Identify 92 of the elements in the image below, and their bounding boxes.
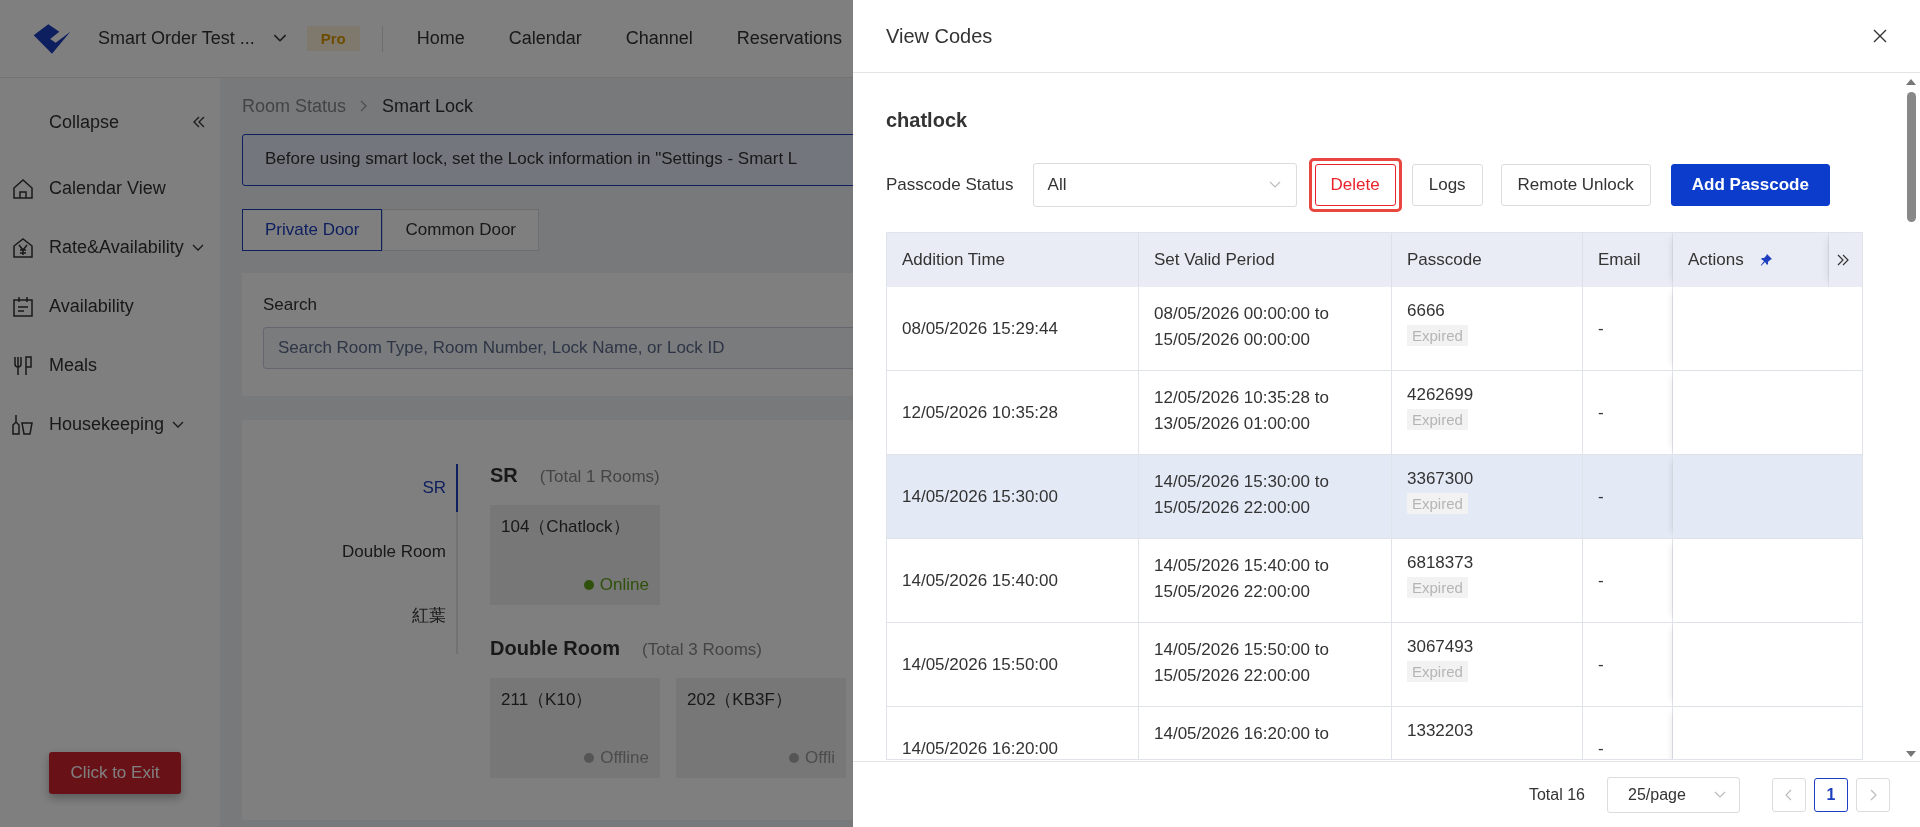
drawer-title: View Codes — [886, 24, 993, 48]
pin-icon[interactable] — [1759, 254, 1772, 266]
table-cell-text: 08/05/2026 00:00:00 to 15/05/2026 00:00:00 — [1154, 303, 1330, 351]
lock-name: chatlock — [886, 109, 969, 132]
room-name: 104（Chatlock） — [501, 516, 631, 538]
action-button[interactable]: Remote Unlock — [1500, 164, 1651, 206]
table-row[interactable]: 14/05/2026 16:20:00 14/05/2026 16:20:00 to 1332203 - — [887, 706, 1862, 759]
action-button[interactable]: Add Passcode — [1670, 164, 1830, 206]
page-size-select[interactable]: 25/page — [1607, 776, 1740, 813]
room-type-anchor[interactable]: Double Room — [242, 528, 458, 592]
status-tag: Expired — [1407, 325, 1468, 346]
chevron-down-icon[interactable] — [191, 243, 204, 252]
search-label: Search — [263, 295, 318, 315]
nav-link[interactable]: Calendar — [508, 28, 582, 49]
passcode: 3067493 — [1407, 637, 1474, 657]
table-cell: - — [1598, 318, 1604, 339]
scrollbar-thumb[interactable] — [1906, 92, 1916, 222]
search-field[interactable]: Search Room Type, Room Number, Lock Name, or Lock ID — [263, 327, 853, 369]
room-name: 202（KB3F） — [687, 689, 793, 711]
sidebar-item[interactable]: Housekeeping — [49, 414, 165, 435]
table-cell-text: 14/05/2026 15:30:00 to 15/05/2026 22:00:00 — [1154, 471, 1330, 519]
sidebar-item[interactable]: Availability — [49, 296, 134, 317]
status-tag: Expired — [1407, 661, 1468, 682]
close-icon[interactable] — [1873, 29, 1887, 43]
table-cell: - — [1598, 486, 1604, 507]
table-row[interactable]: 14/05/2026 15:40:00 14/05/2026 15:40:00 to 15/05/2026 22:00:00 6818373 Expired - — [887, 538, 1862, 622]
chevron-down-icon[interactable] — [272, 34, 287, 43]
calendar-list-icon — [12, 295, 34, 318]
status-select[interactable]: All — [1032, 163, 1297, 207]
collapse-label[interactable]: Collapse — [49, 111, 120, 133]
status-tag: Expired — [1407, 493, 1468, 514]
room-card[interactable]: 104（Chatlock） Online — [490, 505, 660, 605]
room-count: (Total 3 Rooms) — [642, 640, 762, 660]
total-count: Total 16 — [1528, 785, 1585, 804]
property-name[interactable]: Smart Order Test ... — [98, 28, 255, 49]
scroll-down-icon[interactable] — [1906, 751, 1916, 757]
table-cell: - — [1598, 570, 1604, 591]
table-cell-text: 14/05/2026 16:20:00 to — [1154, 723, 1330, 745]
table-cell-text: 12/05/2026 10:35:28 to 13/05/2026 01:00:00 — [1154, 387, 1330, 435]
table-row[interactable]: 14/05/2026 15:50:00 14/05/2026 15:50:00 to 15/05/2026 22:00:00 3067493 Expired - — [887, 622, 1862, 706]
column-header: Actions — [1688, 250, 1744, 270]
filter-label: Passcode Status — [886, 175, 1014, 195]
room-count: (Total 1 Rooms) — [539, 467, 660, 487]
fork-knife-icon — [12, 354, 34, 377]
passcode: 4262699 — [1407, 385, 1474, 405]
room-status: Online — [599, 575, 649, 595]
table-row[interactable]: 12/05/2026 10:35:28 12/05/2026 10:35:28 to 13/05/2026 01:00:00 4262699 Expired - — [887, 370, 1862, 454]
nav-link[interactable]: Home — [416, 28, 465, 49]
action-button[interactable]: Logs — [1411, 164, 1483, 206]
table-cell: - — [1598, 738, 1604, 759]
table-cell: 14/05/2026 15:50:00 — [902, 654, 1058, 675]
room-type-anchor[interactable]: 紅葉 — [242, 592, 458, 656]
sidebar-item[interactable]: Rate&Availability — [49, 237, 184, 258]
table-cell: 14/05/2026 16:20:00 — [902, 738, 1058, 759]
table-cell-text: 14/05/2026 15:40:00 to 15/05/2026 22:00:00 — [1154, 555, 1330, 603]
passcode: 6818373 — [1407, 553, 1474, 573]
house-icon — [12, 177, 34, 200]
exit-button[interactable]: Click to Exit — [49, 752, 181, 794]
info-banner: Before using smart lock, set the Lock information in "Settings - Smart L — [242, 134, 853, 186]
yen-tag-icon — [12, 236, 34, 259]
table-cell: 14/05/2026 15:40:00 — [902, 570, 1058, 591]
room-name: 211（K10） — [501, 689, 594, 711]
passcode: 3367300 — [1407, 469, 1474, 489]
table-cell: - — [1598, 402, 1604, 423]
plan-badge: Pro — [306, 26, 360, 51]
table-cell: 14/05/2026 15:30:00 — [902, 486, 1058, 507]
room-type-anchor[interactable]: SR — [242, 464, 458, 512]
page-button[interactable]: 1 — [1814, 777, 1848, 812]
table-cell-text: 14/05/2026 15:50:00 to 15/05/2026 22:00:00 — [1154, 639, 1330, 687]
room-type-title: SR — [490, 464, 518, 487]
double-chevron-right-icon[interactable] — [1837, 254, 1849, 266]
nav-link[interactable]: Channel — [625, 28, 693, 49]
passcode: 6666 — [1407, 301, 1445, 321]
table-row[interactable]: 14/05/2026 15:30:00 14/05/2026 15:30:00 to 15/05/2026 22:00:00 3367300 Expired - — [887, 454, 1862, 538]
double-chevron-left-icon[interactable] — [192, 116, 206, 128]
breadcrumb-current: Smart Lock — [382, 95, 474, 117]
chevron-right-icon — [360, 100, 369, 112]
door-tab[interactable]: Common Door — [382, 209, 540, 251]
sidebar-item[interactable]: Meals — [49, 355, 97, 376]
door-tab[interactable]: Private Door — [242, 209, 383, 251]
passcode: 1332203 — [1407, 721, 1474, 741]
status-tag: Expired — [1407, 409, 1468, 430]
table-cell: 08/05/2026 15:29:44 — [902, 318, 1058, 339]
chevron-down-icon[interactable] — [172, 420, 185, 429]
nav-link[interactable]: Reservations — [736, 28, 842, 49]
action-button[interactable]: Delete — [1314, 164, 1396, 206]
cleaning-icon — [12, 413, 34, 436]
sidebar-item[interactable]: Calendar View — [49, 178, 166, 199]
room-type-title: Double Room — [490, 637, 620, 660]
status-tag: Expired — [1407, 577, 1468, 598]
table-cell: 12/05/2026 10:35:28 — [902, 402, 1058, 423]
table-cell: - — [1598, 654, 1604, 675]
